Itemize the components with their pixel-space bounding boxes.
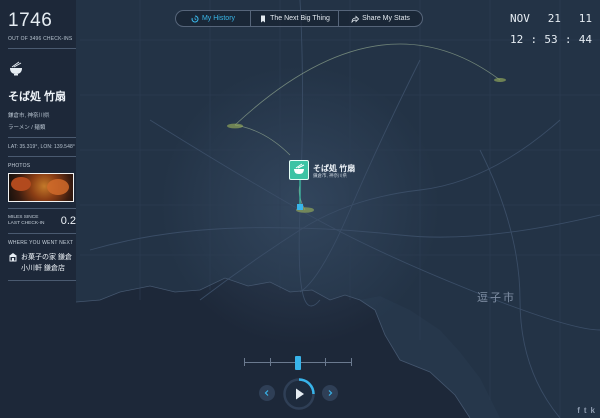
miles-label: MILES SINCE LAST CHECK-IN bbox=[8, 215, 44, 227]
twitter-icon[interactable]: t bbox=[584, 406, 587, 415]
divider bbox=[8, 208, 76, 209]
clock-seconds: 44 bbox=[578, 33, 592, 46]
foursquare-icon[interactable]: k bbox=[591, 406, 595, 415]
venue-category: ラーメン / 麺類 bbox=[8, 125, 46, 131]
venue-location: 鎌倉市, 神奈川県 bbox=[8, 113, 50, 119]
timeline-thumb[interactable] bbox=[295, 356, 301, 370]
pin-subtitle: 鎌倉市, 神奈川県 bbox=[313, 173, 347, 178]
timeline-tick bbox=[325, 358, 326, 366]
venue-pin[interactable] bbox=[289, 160, 309, 180]
chevron-right-icon bbox=[328, 390, 333, 396]
play-icon bbox=[283, 378, 315, 410]
venue-coordinates: LAT: 35.319°, LON: 139.548° bbox=[8, 144, 75, 150]
divider bbox=[8, 137, 76, 138]
tab-my-history[interactable]: My History bbox=[176, 11, 251, 26]
top-nav: My History The Next Big Thing Share My S… bbox=[175, 10, 423, 27]
clock-minute: 53 bbox=[544, 33, 558, 46]
play-button[interactable] bbox=[283, 378, 315, 410]
miles-row: MILES SINCE LAST CHECK-IN 0.2 bbox=[8, 215, 76, 227]
facebook-icon[interactable]: f bbox=[577, 406, 580, 415]
clock-hour: 12 bbox=[510, 33, 524, 46]
next-venue-name[interactable]: お菓子の家 鎌倉小川軒 鎌倉店 bbox=[21, 252, 76, 274]
map-label-zushi: 逗子市 bbox=[477, 292, 516, 304]
clock-colon: : bbox=[530, 33, 538, 46]
checkin-count: 1746 bbox=[8, 10, 53, 31]
miles-value: 0.2 bbox=[60, 215, 76, 227]
clock-day: 21 bbox=[547, 12, 561, 25]
bookmark-icon bbox=[261, 15, 266, 22]
clock-month: NOV bbox=[510, 12, 530, 25]
clock: NOV 21 11 12 : 53 : 44 bbox=[510, 12, 592, 54]
noodle-bowl-icon bbox=[294, 163, 305, 174]
next-button[interactable] bbox=[322, 385, 338, 401]
checkin-total: OUT OF 3496 CHECK-INS bbox=[8, 36, 73, 42]
clock-date: NOV 21 11 bbox=[510, 12, 592, 25]
noodle-bowl-icon bbox=[10, 61, 22, 76]
pin-stem bbox=[297, 180, 303, 210]
photos-label: PHOTOS bbox=[8, 163, 31, 169]
venue-name: そば処 竹扇 bbox=[8, 91, 67, 103]
tab-my-history-label: My History bbox=[201, 15, 236, 22]
divider bbox=[8, 233, 76, 234]
next-venue[interactable]: お菓子の家 鎌倉小川軒 鎌倉店 bbox=[8, 252, 76, 274]
tab-share-my-stats[interactable]: Share My Stats bbox=[339, 11, 422, 26]
timeline-tick bbox=[270, 358, 271, 366]
chevron-left-icon bbox=[264, 390, 269, 396]
previous-button[interactable] bbox=[259, 385, 275, 401]
social-links: f t k bbox=[577, 406, 595, 415]
tab-next-big-thing-label: The Next Big Thing bbox=[270, 15, 330, 22]
history-icon bbox=[191, 14, 199, 22]
divider bbox=[8, 48, 76, 49]
next-venue-label: WHERE YOU WENT NEXT bbox=[8, 240, 74, 246]
tab-next-big-thing[interactable]: The Next Big Thing bbox=[251, 11, 339, 26]
divider bbox=[8, 156, 76, 157]
miles-label-line2: LAST CHECK-IN bbox=[8, 221, 45, 226]
venue-photo[interactable] bbox=[8, 173, 74, 202]
clock-colon: : bbox=[564, 33, 572, 46]
divider bbox=[8, 280, 76, 281]
shop-icon bbox=[9, 253, 17, 262]
sidebar: 1746 OUT OF 3496 CHECK-INS そば処 竹扇 鎌倉市, 神… bbox=[8, 8, 76, 287]
tab-share-my-stats-label: Share My Stats bbox=[362, 15, 410, 22]
share-icon bbox=[351, 15, 360, 23]
timeline-tick bbox=[351, 358, 352, 366]
clock-time: 12 : 53 : 44 bbox=[510, 33, 592, 46]
timeline-tick bbox=[244, 358, 245, 366]
clock-year: 11 bbox=[578, 12, 592, 25]
